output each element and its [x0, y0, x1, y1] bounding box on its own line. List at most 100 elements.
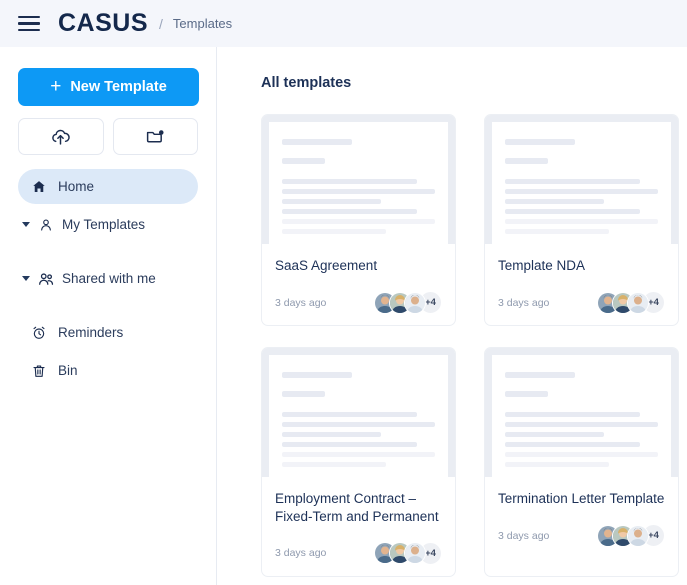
- preview-page: [269, 355, 448, 477]
- skeleton-line: [282, 219, 435, 224]
- template-grid: SaaS Agreement 3 days ago +4 Template ND…: [261, 114, 687, 577]
- card-footer: 3 days ago +4: [275, 541, 442, 565]
- skeleton-line: [505, 462, 610, 467]
- new-template-label: New Template: [70, 79, 167, 95]
- sidebar-item-my-templates[interactable]: My Templates: [18, 207, 198, 242]
- collaborator-avatars[interactable]: +4: [597, 291, 665, 314]
- brand-logo[interactable]: CASUS: [58, 9, 148, 38]
- collaborator-avatars[interactable]: +4: [374, 291, 442, 314]
- timestamp: 3 days ago: [498, 296, 550, 309]
- template-title: Template NDA: [498, 258, 586, 273]
- skeleton-line: [282, 372, 353, 378]
- skeleton-line: [505, 189, 658, 194]
- avatar[interactable]: [627, 291, 649, 314]
- collaborator-avatars[interactable]: +4: [374, 541, 442, 565]
- breadcrumb[interactable]: Templates: [173, 16, 232, 31]
- sidebar-item-label: Bin: [58, 363, 78, 378]
- skeleton-line: [282, 452, 435, 457]
- skeleton-line: [282, 391, 325, 397]
- card-footer: 3 days ago +4: [498, 524, 665, 547]
- breadcrumb-separator: /: [159, 15, 163, 32]
- document-preview: [262, 115, 455, 244]
- plus-icon: +: [50, 75, 62, 97]
- preview-page: [492, 122, 671, 244]
- skeleton-line: [505, 391, 548, 397]
- skeleton-line: [505, 422, 658, 427]
- sidebar-item-home[interactable]: Home: [18, 169, 198, 204]
- preview-page: [492, 355, 671, 477]
- skeleton-line: [282, 189, 435, 194]
- template-card[interactable]: Termination Letter Template 3 days ago +…: [484, 347, 679, 577]
- template-card[interactable]: SaaS Agreement 3 days ago +4: [261, 114, 456, 326]
- top-header: CASUS / Templates: [0, 0, 687, 47]
- skeleton-line: [282, 199, 382, 204]
- avatar[interactable]: [404, 291, 426, 314]
- skeleton-line: [282, 179, 417, 184]
- sidebar-item-reminders[interactable]: Reminders: [18, 315, 198, 350]
- card-footer: 3 days ago +4: [498, 291, 665, 314]
- document-preview: [485, 348, 678, 477]
- timestamp: 3 days ago: [275, 296, 327, 309]
- skeleton-line: [282, 229, 387, 234]
- document-preview: [262, 348, 455, 477]
- skeleton-line: [505, 442, 640, 447]
- template-card[interactable]: Employment Contract – Fixed-Term and Per…: [261, 347, 456, 577]
- quick-actions: [18, 118, 198, 155]
- collaborator-avatars[interactable]: +4: [597, 524, 665, 547]
- page-title: All templates: [261, 75, 352, 91]
- avatar[interactable]: [627, 524, 649, 547]
- template-title: Termination Letter Template: [498, 491, 665, 506]
- sidebar-nav: Home My Templates Shared with me Reminde…: [18, 169, 198, 388]
- chevron-down-icon[interactable]: [22, 276, 30, 281]
- timestamp: 3 days ago: [498, 529, 550, 542]
- skeleton-line: [505, 158, 548, 164]
- sidebar: + New Template Home My Templates Shared …: [0, 47, 217, 585]
- skeleton-line: [505, 229, 610, 234]
- users-icon: [37, 270, 55, 288]
- skeleton-line: [505, 139, 576, 145]
- new-template-button[interactable]: + New Template: [18, 68, 199, 106]
- sidebar-item-label: Reminders: [58, 325, 124, 340]
- user-icon: [37, 217, 55, 233]
- template-card[interactable]: Template NDA 3 days ago +4: [484, 114, 679, 326]
- alarm-clock-icon: [30, 325, 48, 341]
- template-title: SaaS Agreement: [275, 258, 378, 273]
- trash-icon: [30, 363, 48, 379]
- sidebar-item-label: Shared with me: [62, 271, 156, 286]
- upload-button[interactable]: [18, 118, 104, 155]
- card-footer: 3 days ago +4: [275, 291, 442, 314]
- new-folder-button[interactable]: [112, 118, 198, 155]
- skeleton-line: [505, 179, 640, 184]
- skeleton-line: [282, 422, 435, 427]
- home-icon: [30, 179, 48, 195]
- skeleton-line: [505, 412, 640, 417]
- skeleton-line: [505, 219, 658, 224]
- main-content: All templates SaaS Agreement 3 days ago …: [217, 47, 687, 585]
- sidebar-item-bin[interactable]: Bin: [18, 353, 198, 388]
- upload-cloud-icon: [52, 129, 71, 145]
- sidebar-item-shared-with-me[interactable]: Shared with me: [18, 261, 198, 296]
- skeleton-line: [282, 412, 417, 417]
- document-preview: [485, 115, 678, 244]
- skeleton-line: [505, 452, 658, 457]
- card-body: SaaS Agreement 3 days ago +4: [262, 244, 455, 325]
- timestamp: 3 days ago: [275, 547, 327, 560]
- template-title: Employment Contract – Fixed-Term and Per…: [275, 491, 439, 524]
- app-window: CASUS / Templates + New Template Home My…: [0, 0, 687, 585]
- sidebar-item-label: My Templates: [62, 217, 146, 232]
- card-body: Template NDA 3 days ago +4: [485, 244, 678, 325]
- preview-page: [269, 122, 448, 244]
- skeleton-line: [505, 199, 605, 204]
- chevron-down-icon[interactable]: [22, 222, 30, 227]
- skeleton-line: [282, 209, 417, 214]
- skeleton-line: [282, 432, 382, 437]
- skeleton-line: [282, 462, 387, 467]
- hamburger-icon[interactable]: [18, 15, 40, 33]
- skeleton-line: [282, 158, 325, 164]
- new-folder-icon: [146, 130, 164, 143]
- skeleton-line: [505, 209, 640, 214]
- card-body: Employment Contract – Fixed-Term and Per…: [262, 477, 455, 576]
- sidebar-item-label: Home: [58, 179, 95, 194]
